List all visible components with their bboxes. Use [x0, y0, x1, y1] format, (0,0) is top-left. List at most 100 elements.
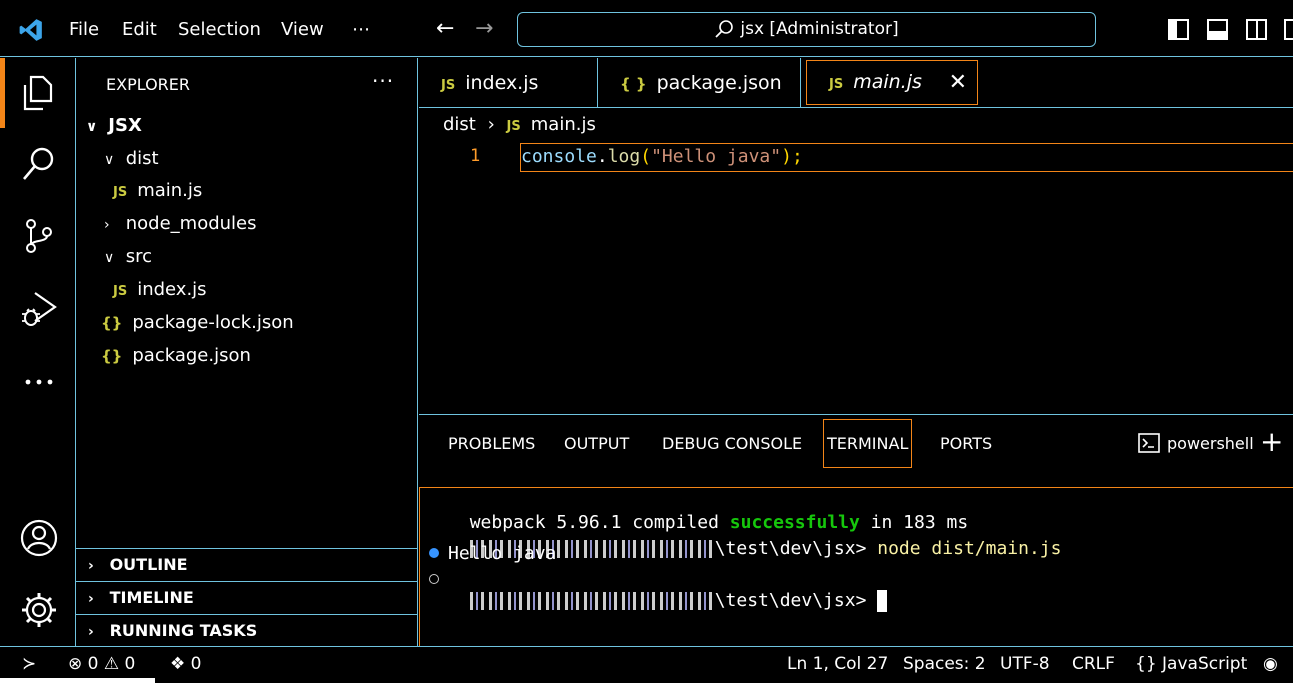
code-line[interactable]: console.log("Hello java");	[521, 146, 803, 167]
explorer-sidebar: EXPLORER ··· ∨ JSX ∨ dist JS main.js › no…	[76, 58, 418, 646]
problems-status[interactable]: ⊗ 0 ⚠ 0	[68, 654, 135, 674]
settings-gear-icon[interactable]	[19, 590, 59, 630]
menu-view[interactable]: View	[281, 19, 324, 40]
indentation[interactable]: Spaces: 2	[903, 654, 986, 674]
tree-file-package-json[interactable]: {} package.json	[101, 342, 251, 370]
explorer-title: EXPLORER	[106, 75, 190, 94]
terminal-shell-icon	[1138, 433, 1160, 453]
new-terminal-plus-icon[interactable]: +	[1260, 425, 1283, 458]
tab-main-js[interactable]: JS main.js ✕	[806, 60, 978, 105]
tab-index-js[interactable]: JS index.js	[419, 58, 598, 108]
json-file-icon: {}	[101, 347, 123, 365]
chevron-right-icon: ›	[104, 217, 110, 233]
js-file-icon: JS	[829, 77, 844, 92]
command-success-decoration[interactable]	[429, 548, 439, 558]
warning-icon: ⚠	[103, 654, 120, 674]
activity-bar	[0, 58, 76, 646]
section-running-tasks[interactable]: › RUNNING TASKS	[76, 614, 417, 647]
panel-tab-debug-console[interactable]: DEBUG CONSOLE	[662, 434, 802, 453]
line-number: 1	[470, 146, 481, 166]
js-file-icon: JS	[113, 185, 128, 200]
toggle-secondary-sidebar-icon[interactable]	[1246, 19, 1267, 40]
js-file-icon: JS	[506, 119, 521, 134]
panel-tab-problems[interactable]: PROBLEMS	[448, 434, 535, 453]
code-paren-close: );	[781, 146, 803, 167]
breadcrumb-file[interactable]: main.js	[531, 114, 596, 135]
tree-folder-dist[interactable]: ∨ dist	[104, 145, 159, 173]
chevron-down-icon: ∨	[86, 119, 98, 135]
panel-tab-terminal[interactable]: TERMINAL	[823, 419, 913, 468]
search-icon[interactable]	[19, 144, 59, 184]
command-center-text: jsx [Administrator]	[740, 19, 899, 39]
title-bar: File Edit Selection View ⋯ ← → jsx [Admi…	[0, 0, 1293, 57]
section-outline[interactable]: › OUTLINE	[76, 548, 417, 581]
error-icon: ⊗	[68, 654, 83, 674]
end-of-line[interactable]: CRLF	[1072, 654, 1115, 674]
run-and-debug-icon[interactable]	[19, 288, 59, 328]
code-object: console	[521, 146, 597, 167]
section-timeline[interactable]: › TIMELINE	[76, 581, 417, 614]
terminal-line-3: Hello java	[448, 543, 557, 564]
language-mode[interactable]: {} JavaScript	[1135, 654, 1247, 674]
tree-root-jsx[interactable]: ∨ JSX	[86, 112, 142, 140]
forward-arrow-icon[interactable]: →	[475, 18, 493, 40]
menu-edit[interactable]: Edit	[122, 19, 157, 40]
ports-status[interactable]: ❖ 0	[170, 654, 201, 674]
tab-package-json[interactable]: { } package.json	[598, 58, 801, 108]
js-file-icon: JS	[441, 78, 456, 93]
braces-icon: {}	[1135, 654, 1157, 674]
explorer-icon[interactable]	[19, 73, 59, 113]
json-file-icon: {}	[101, 314, 123, 332]
chevron-down-icon: ∨	[104, 250, 115, 266]
broadcast-icon: ❖	[170, 654, 186, 674]
close-tab-icon[interactable]: ✕	[949, 61, 967, 104]
tree-file-main-js[interactable]: JS main.js	[113, 177, 202, 205]
accounts-icon[interactable]	[19, 518, 59, 558]
remote-indicator-icon[interactable]: ≻	[22, 654, 36, 674]
search-icon	[715, 20, 734, 38]
breadcrumb: dist › JS main.js	[443, 114, 596, 135]
terminal-shell-name[interactable]: powershell	[1167, 434, 1254, 453]
json-file-icon: { }	[620, 75, 647, 93]
chevron-right-icon: ›	[487, 114, 495, 135]
panel-tab-output[interactable]: OUTPUT	[564, 434, 629, 453]
customize-layout-icon[interactable]	[1284, 19, 1293, 40]
js-file-icon: JS	[113, 284, 128, 299]
cursor-position[interactable]: Ln 1, Col 27	[787, 654, 888, 674]
more-views-icon[interactable]	[19, 362, 59, 402]
breadcrumb-folder[interactable]: dist	[443, 114, 476, 135]
encoding[interactable]: UTF-8	[1000, 654, 1050, 674]
explorer-more-actions-icon[interactable]: ···	[372, 69, 394, 93]
chevron-right-icon: ›	[88, 591, 94, 607]
chevron-right-icon: ›	[88, 624, 94, 640]
status-bar: ≻ ⊗ 0 ⚠ 0 ❖ 0 Ln 1, Col 27 Spaces: 2 UTF…	[0, 646, 1293, 683]
panel-tab-ports[interactable]: PORTS	[940, 434, 992, 453]
editor-tab-bar: JS index.js { } package.json JS main.js ✕	[419, 58, 1293, 108]
command-center-search[interactable]: jsx [Administrator]	[517, 12, 1096, 47]
redacted-path	[469, 592, 715, 610]
toggle-panel-icon[interactable]	[1207, 19, 1228, 40]
terminal-line-4: \test\dev\jsx>	[448, 569, 888, 612]
toggle-primary-sidebar-icon[interactable]	[1168, 19, 1189, 40]
chevron-down-icon: ∨	[104, 152, 115, 168]
notifications-icon[interactable]: ◉	[1263, 654, 1278, 674]
menu-file[interactable]: File	[69, 19, 99, 40]
tree-folder-src[interactable]: ∨ src	[104, 243, 152, 271]
terminal-cursor	[877, 590, 888, 612]
tree-file-index-js[interactable]: JS index.js	[113, 276, 207, 304]
command-pending-decoration[interactable]	[429, 574, 439, 584]
chevron-right-icon: ›	[88, 558, 94, 574]
active-indicator	[0, 58, 5, 128]
tree-folder-node-modules[interactable]: › node_modules	[104, 210, 257, 238]
source-control-icon[interactable]	[19, 216, 59, 256]
menu-selection[interactable]: Selection	[178, 19, 261, 40]
vscode-logo-icon[interactable]	[18, 17, 44, 43]
code-paren-open: (	[640, 146, 652, 167]
code-string: "Hello java"	[651, 146, 782, 167]
code-dot: .	[596, 146, 608, 167]
code-function: log	[607, 146, 641, 167]
back-arrow-icon[interactable]: ←	[436, 18, 454, 40]
menu-more[interactable]: ⋯	[352, 19, 370, 40]
tree-file-package-lock-json[interactable]: {} package-lock.json	[101, 309, 294, 337]
taskbar-strip	[0, 678, 155, 683]
